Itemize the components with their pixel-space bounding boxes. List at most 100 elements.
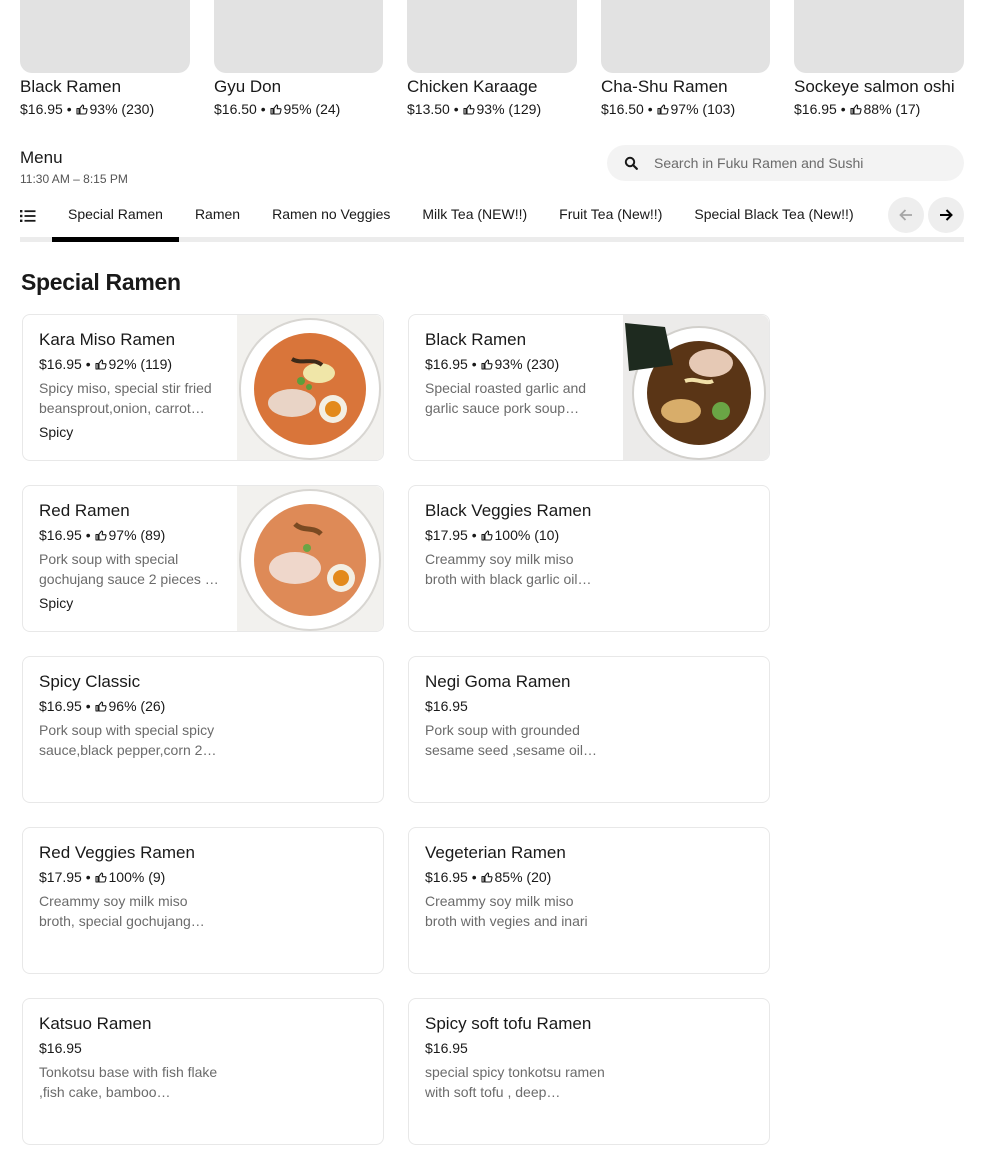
search-icon <box>624 156 638 170</box>
scroll-left-button[interactable] <box>888 197 924 233</box>
menu-item-description: Creammy soy milk miso broth with black g… <box>425 551 592 587</box>
menu-item-card[interactable]: Black Ramen $16.95 • 93% (230) Special r… <box>408 314 770 461</box>
menu-item-rating: 97% (89) <box>108 527 166 543</box>
featured-item-image[interactable] <box>20 0 190 73</box>
menu-item-image[interactable] <box>237 315 383 460</box>
separator: • <box>85 869 91 885</box>
menu-item-price: $16.95 <box>39 1040 82 1056</box>
tab-milk-tea[interactable]: Milk Tea (NEW!!) <box>406 194 543 242</box>
menu-item-description: Pork soup with special spicy sauce,black… <box>39 722 217 758</box>
tab-special-black-tea[interactable]: Special Black Tea (New!!) <box>678 194 869 242</box>
menu-item-price: $16.95 <box>425 1040 468 1056</box>
menu-item-name: Spicy Classic <box>39 672 141 691</box>
menu-item-card[interactable]: Vegeterian Ramen $16.95 • 85% (20) Cream… <box>408 827 770 974</box>
tab-ramen[interactable]: Ramen <box>179 194 256 242</box>
separator: • <box>471 869 477 885</box>
thumbs-up-icon <box>480 529 493 541</box>
featured-item-name: Sockeye salmon oshi <box>794 77 955 96</box>
tab-fruit-tea[interactable]: Fruit Tea (New!!) <box>543 194 678 242</box>
menu-item-rating: 100% (9) <box>108 869 166 885</box>
separator: • <box>647 101 653 117</box>
menu-item-tag: Spicy <box>39 595 74 611</box>
thumbs-up-icon <box>480 358 493 370</box>
thumbs-up-icon <box>94 358 107 370</box>
menu-item-description: Creammy soy milk miso broth, special goc… <box>39 893 205 929</box>
menu-item-price: $16.95 <box>425 356 468 372</box>
section-title: Special Ramen <box>21 269 181 295</box>
featured-item[interactable]: Sockeye salmon oshi $16.95 • 88% (17) <box>794 0 964 119</box>
search-input[interactable] <box>654 155 934 171</box>
arrow-right-icon <box>940 209 953 221</box>
separator: • <box>471 527 477 543</box>
featured-item[interactable]: Gyu Don $16.50 • 95% (24) <box>214 0 384 119</box>
featured-item-price: $16.50 <box>601 101 644 117</box>
separator: • <box>453 101 459 117</box>
featured-item-rating: 93% (230) <box>89 101 155 117</box>
menu-item-image[interactable] <box>237 486 383 631</box>
featured-item-price: $13.50 <box>407 101 450 117</box>
tab-ramen-no-veggies[interactable]: Ramen no Veggies <box>256 194 406 242</box>
menu-hours: 11:30 AM – 8:15 PM <box>20 172 128 186</box>
featured-item-rating: 95% (24) <box>283 101 341 117</box>
menu-item-card[interactable]: Black Veggies Ramen $17.95 • 100% (10) C… <box>408 485 770 632</box>
featured-item[interactable]: Black Ramen $16.95 • 93% (230) <box>20 0 190 119</box>
menu-item-description: Tonkotsu base with fish flake ,fish cake… <box>39 1064 218 1100</box>
menu-item-rating: 93% (230) <box>494 356 560 372</box>
menu-item-price: $16.95 <box>39 698 82 714</box>
tab-special-ramen[interactable]: Special Ramen <box>52 194 179 242</box>
menu-item-image[interactable] <box>623 315 769 460</box>
featured-item-meta: $16.50 • 95% (24) <box>214 99 384 119</box>
menu-item-name: Red Ramen <box>39 501 130 520</box>
thumbs-up-icon <box>94 529 107 541</box>
menu-title: Menu <box>20 148 63 167</box>
featured-item[interactable]: Chicken Karaage $13.50 • 93% (129) <box>407 0 577 119</box>
menu-item-meta: $17.95 • 100% (10) <box>425 525 615 545</box>
menu-item-description: Spicy miso, special stir fried beansprou… <box>39 380 212 416</box>
menu-item-meta: $16.95 • 96% (26) <box>39 696 229 716</box>
menu-item-meta: $16.95 <box>425 696 615 716</box>
menu-item-card[interactable]: Spicy Classic $16.95 • 96% (26) Pork sou… <box>22 656 384 803</box>
featured-item-price: $16.50 <box>214 101 257 117</box>
menu-item-name: Negi Goma Ramen <box>425 672 571 691</box>
menu-item-price: $16.95 <box>425 869 468 885</box>
separator: • <box>85 356 91 372</box>
menu-item-meta: $16.95 • 92% (119) <box>39 354 229 374</box>
thumbs-up-icon <box>94 871 107 883</box>
menu-item-card[interactable]: Red Ramen $16.95 • 97% (89) Pork soup wi… <box>22 485 384 632</box>
featured-item-meta: $16.95 • 88% (17) <box>794 99 964 119</box>
separator: • <box>840 101 846 117</box>
menu-item-card[interactable]: Kara Miso Ramen $16.95 • 92% (119) Spicy… <box>22 314 384 461</box>
menu-item-meta: $16.95 • 93% (230) <box>425 354 615 374</box>
list-icon[interactable] <box>20 209 36 223</box>
featured-item-meta: $16.95 • 93% (230) <box>20 99 190 119</box>
featured-item-name: Gyu Don <box>214 77 282 96</box>
scroll-right-button[interactable] <box>928 197 964 233</box>
thumbs-up-icon <box>94 700 107 712</box>
menu-item-rating: 100% (10) <box>494 527 560 543</box>
menu-item-price: $16.95 <box>39 356 82 372</box>
menu-item-rating: 96% (26) <box>108 698 166 714</box>
featured-item-image[interactable] <box>794 0 964 73</box>
featured-item-image[interactable] <box>214 0 383 73</box>
menu-item-description: Pork soup with grounded sesame seed ,ses… <box>425 722 597 758</box>
featured-item-image[interactable] <box>407 0 577 73</box>
menu-item-price: $16.95 <box>39 527 82 543</box>
menu-item-card[interactable]: Spicy soft tofu Ramen $16.95 special spi… <box>408 998 770 1145</box>
menu-item-card[interactable]: Katsuo Ramen $16.95 Tonkotsu base with f… <box>22 998 384 1145</box>
menu-item-card[interactable]: Negi Goma Ramen $16.95 Pork soup with gr… <box>408 656 770 803</box>
featured-item-rating: 88% (17) <box>863 101 921 117</box>
menu-item-name: Black Ramen <box>425 330 527 349</box>
featured-item-price: $16.95 <box>794 101 837 117</box>
category-tabs: Special Ramen Ramen Ramen no Veggies Mil… <box>52 194 892 242</box>
menu-item-name: Vegeterian Ramen <box>425 843 566 862</box>
featured-item-rating: 97% (103) <box>670 101 736 117</box>
search-bar[interactable] <box>607 145 964 181</box>
featured-item[interactable]: Cha-Shu Ramen $16.50 • 97% (103) <box>601 0 771 119</box>
featured-item-price: $16.95 <box>20 101 63 117</box>
category-tab-bar: Special Ramen Ramen Ramen no Veggies Mil… <box>20 194 964 242</box>
thumbs-up-icon <box>849 103 862 115</box>
menu-item-price: $17.95 <box>39 869 82 885</box>
separator: • <box>260 101 266 117</box>
menu-item-card[interactable]: Red Veggies Ramen $17.95 • 100% (9) Crea… <box>22 827 384 974</box>
featured-item-image[interactable] <box>601 0 770 73</box>
